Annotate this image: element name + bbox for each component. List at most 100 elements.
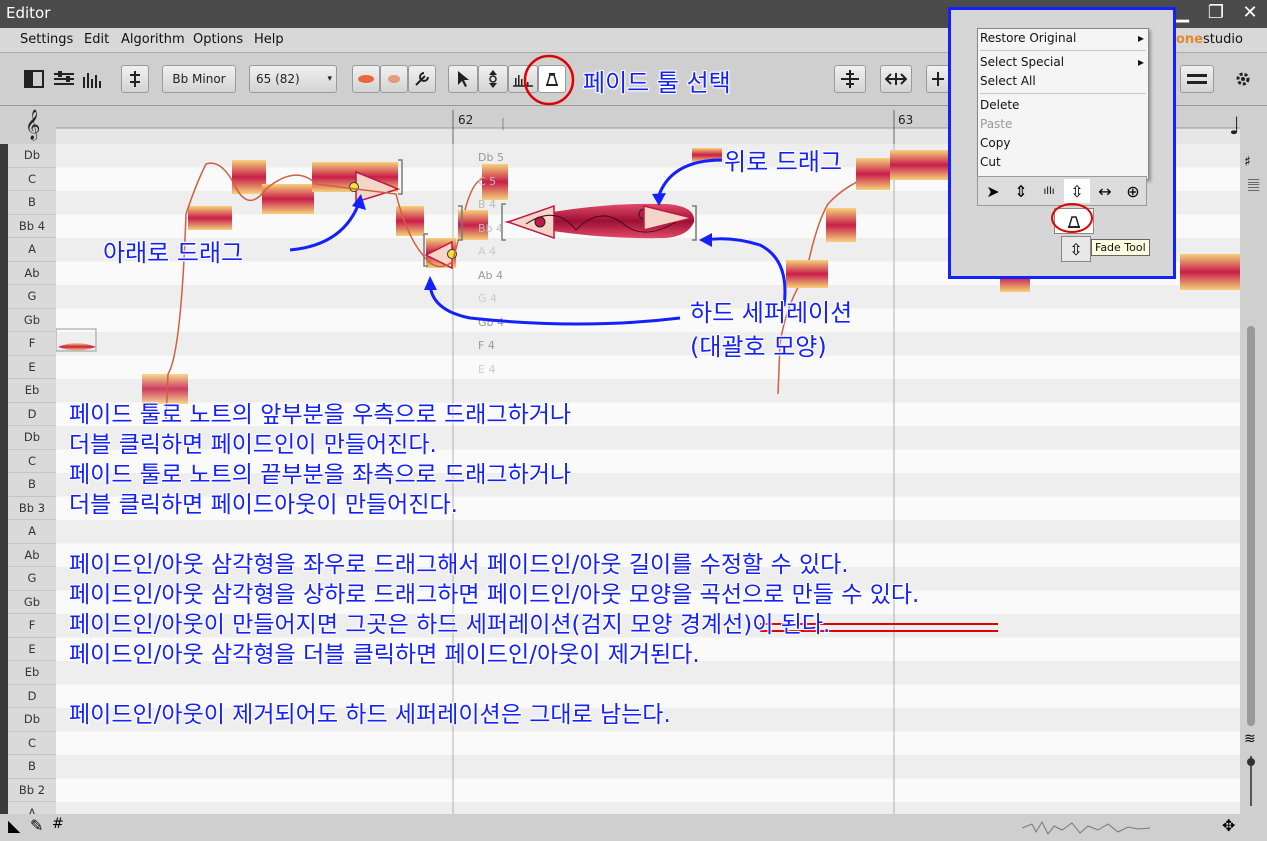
pitch-label: G xyxy=(8,567,56,591)
chevron-right-icon: ▸ xyxy=(1137,31,1144,45)
bar-number: 63 xyxy=(898,113,914,127)
formant-tool-button[interactable] xyxy=(508,65,538,93)
annotation-line: 페이드인/아웃이 만들어지면 그곳은 하드 세퍼레이션(검지 모양 경계선)이 … xyxy=(69,610,919,640)
waves-icon[interactable]: ≋ xyxy=(1244,731,1256,747)
context-menu: Restore Original ▸ Select Special ▸ Select… xyxy=(977,28,1149,180)
vertical-scrollbar[interactable] xyxy=(1247,326,1255,726)
pitch-label: C xyxy=(8,168,56,191)
pitch-tool-button[interactable] xyxy=(352,65,380,93)
treble-clef-icon[interactable]: 𝄞 xyxy=(25,110,40,141)
pitch-label: D xyxy=(8,403,56,426)
note-name: F 4 xyxy=(478,339,495,352)
annotation-select-fade-tool: 페이드 툴 선택 xyxy=(583,69,731,97)
pointer-tool-button[interactable] xyxy=(448,65,478,93)
pitch-label: A xyxy=(8,238,56,262)
menu-item-select-all[interactable]: Select All xyxy=(978,72,1148,91)
wrench-icon[interactable] xyxy=(408,65,436,93)
bars-icon[interactable] xyxy=(80,65,106,93)
pitch-label: Db xyxy=(8,144,56,168)
note-name: Gb 4 xyxy=(478,315,505,329)
waveform-overview[interactable] xyxy=(1022,818,1152,838)
annotation-hard-separation: 하드 세퍼레이션 xyxy=(690,299,853,327)
menu-options[interactable]: Options xyxy=(193,32,243,47)
annotation-line: 더블 클릭하면 페이드아웃이 만들어진다. xyxy=(69,492,458,518)
note-blob[interactable] xyxy=(692,148,722,162)
zoom-slider-knob[interactable] xyxy=(1247,758,1255,766)
pitch-tool-icon[interactable]: ⇕ xyxy=(1008,179,1034,203)
pitch-label: A xyxy=(8,802,56,814)
note-name: Bb 4 xyxy=(478,221,504,235)
pitch-ruler[interactable]: Db C B Bb 4 A Ab G Gb F E Eb D Db C B Bb… xyxy=(8,144,57,814)
pitch-label: Bb 4 xyxy=(8,215,56,238)
pitch-label: B xyxy=(8,473,56,497)
quantize-extra-button[interactable] xyxy=(926,65,950,93)
layout-icon[interactable] xyxy=(22,65,46,93)
annotation-line: 페이드인/아웃이 제거되어도 하드 세퍼레이션은 그대로 남는다. xyxy=(69,702,671,728)
pitch-label: B xyxy=(8,191,56,215)
menu-item-copy[interactable]: Copy xyxy=(978,134,1148,153)
annotation-line: 더블 클릭하면 페이드인이 만들어진다. xyxy=(69,432,437,458)
menu-help[interactable]: Help xyxy=(254,32,284,47)
note-value-icon[interactable]: ♩ xyxy=(1229,112,1240,140)
note-name: G 4 xyxy=(478,292,498,305)
fade-tool-button[interactable] xyxy=(538,65,566,93)
window-title: Editor xyxy=(6,4,51,22)
move-icon[interactable]: ✥ xyxy=(1222,816,1235,835)
context-menu-inset: Restore Original ▸ Select Special ▸ Select… xyxy=(948,7,1176,279)
tool-palette: ➤ ⇕ ıllı ⇳ ↔ ⊕ xyxy=(977,176,1147,206)
quantize-pitch-button[interactable] xyxy=(834,65,866,93)
annotation-hard-separation-sub: (대괄호 모양) xyxy=(690,333,827,361)
amplitude-tool-icon[interactable]: ⇳ xyxy=(1064,179,1090,203)
pointer-icon[interactable]: ➤ xyxy=(980,179,1006,203)
brand-logo: onestudio xyxy=(1176,32,1243,47)
annotation-line: 페이드인/아웃 삼각형을 더블 클릭하면 페이드인/아웃이 제거된다. xyxy=(69,642,700,668)
note-name: Db 5 xyxy=(478,151,504,164)
menu-algorithm[interactable]: Algorithm xyxy=(121,32,185,47)
menu-item-restore-original[interactable]: Restore Original ▸ xyxy=(978,29,1148,48)
note-name: C 5 xyxy=(478,174,497,188)
note-blob[interactable] xyxy=(188,206,232,230)
menu-item-paste: Paste xyxy=(980,117,1013,131)
pitch-label: C xyxy=(8,732,56,755)
metronome-button[interactable] xyxy=(121,65,149,93)
mixer-icon[interactable] xyxy=(50,65,78,93)
pitch-label: A xyxy=(8,520,56,544)
sharp-icon[interactable]: ♯ xyxy=(1244,154,1251,170)
grid-icon[interactable]: # xyxy=(52,816,64,832)
separation-tool-icon[interactable]: ⊕ xyxy=(1120,179,1146,203)
close-icon[interactable]: ✕ xyxy=(1239,2,1261,24)
annotation-line: 페이드 툴로 노트의 끝부분을 좌측으로 드래그하거나 xyxy=(69,462,572,488)
pitch-label: F xyxy=(8,614,56,638)
note-name: Ab 4 xyxy=(478,268,504,282)
pitch-label: E xyxy=(8,356,56,379)
menu-item-delete[interactable]: Delete xyxy=(978,96,1148,115)
menu-edit[interactable]: Edit xyxy=(84,32,109,47)
pitch-label: Gb xyxy=(8,591,56,614)
menu-settings[interactable]: Settings xyxy=(20,32,73,47)
menu-item-select-special[interactable]: Select Special ▸ xyxy=(978,53,1148,72)
annotation-struck-text: (검지 모양 경계선) xyxy=(571,612,753,638)
pitch-drag-tool-button[interactable] xyxy=(478,65,508,93)
note-tool-button[interactable] xyxy=(380,65,408,93)
scale-select[interactable]: Bb Minor xyxy=(162,65,236,93)
pencil-icon[interactable]: ✎ xyxy=(30,816,43,835)
right-toolbar: ♯ 𝄚 ≋ xyxy=(1240,106,1267,814)
formant-tool-icon[interactable]: ıllı xyxy=(1036,179,1062,203)
tempo-field[interactable]: 65 (82) ▾ xyxy=(249,65,337,93)
menu-item-cut[interactable]: Cut xyxy=(978,153,1148,172)
gear-icon[interactable] xyxy=(1228,65,1258,93)
annotation-drag-up: 위로 드래그 xyxy=(724,148,843,176)
quantize-time-button[interactable] xyxy=(880,65,912,93)
tuning-icon[interactable]: 𝄚 xyxy=(1248,178,1259,194)
pitch-label: Db xyxy=(8,708,56,732)
layout-toggle-button[interactable] xyxy=(1180,65,1214,93)
arrow-tool-icon[interactable]: ◣ xyxy=(8,816,20,835)
time-tool-icon[interactable]: ↔ xyxy=(1092,179,1118,203)
tooltip: Fade Tool xyxy=(1091,239,1150,256)
fade-tool-alt-icon[interactable]: ⇳ xyxy=(1061,236,1091,262)
restore-icon[interactable]: ❐ xyxy=(1205,2,1227,24)
note-blob[interactable] xyxy=(262,184,314,214)
chevron-down-icon: ▾ xyxy=(327,74,332,84)
pitch-label: C xyxy=(8,450,56,473)
pitch-label: Bb 2 xyxy=(8,779,56,802)
